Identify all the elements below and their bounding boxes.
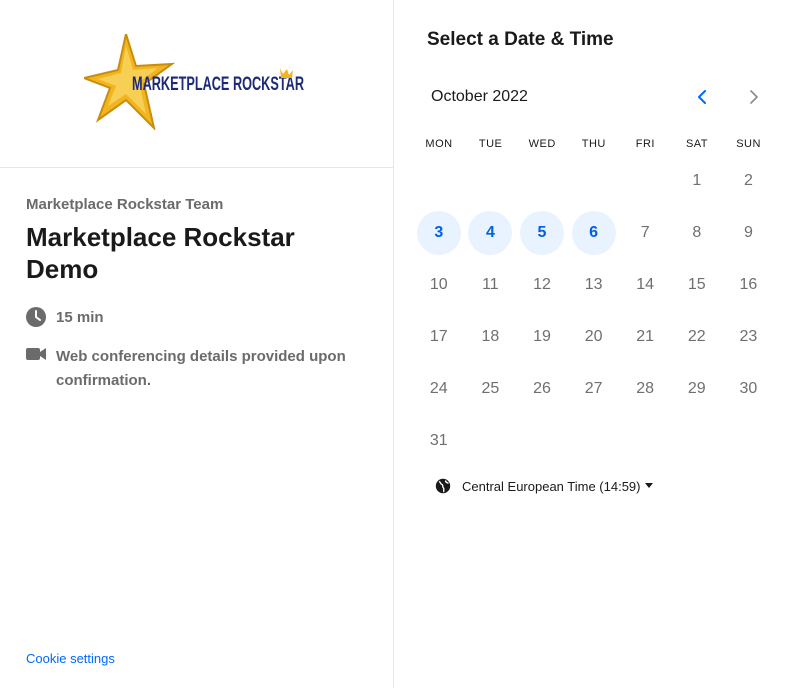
day-22: 22 <box>687 328 706 345</box>
clock-icon <box>26 307 48 329</box>
duration-text: 15 min <box>56 309 104 326</box>
logo-text: MARKETPLACE ROCKSTAR <box>132 73 304 95</box>
month-navigation: October 2022 <box>431 86 767 108</box>
calendar-panel: Select a Date & Time October 2022 MON TUE… <box>395 0 792 688</box>
weekday-sun: SUN <box>736 138 761 150</box>
day-27: 27 <box>584 380 603 397</box>
weekday-wed: WED <box>528 138 556 150</box>
calendar-grid: 1 2 3 4 5 6 7 8 9 10 11 12 13 14 15 16 17 18 19 20 21 22 23 24 2… <box>413 156 785 468</box>
timezone-selector[interactable]: Central European Time (14:59) <box>435 478 654 494</box>
day-31: 31 <box>429 432 448 449</box>
globe-icon <box>435 478 451 494</box>
available-day-4[interactable]: 4 <box>468 211 513 255</box>
day-18: 18 <box>481 328 500 345</box>
chevron-left-icon <box>698 90 706 104</box>
location-detail: Web conferencing details provided upon c… <box>26 345 366 393</box>
day-26: 26 <box>533 380 551 397</box>
day-21: 21 <box>636 328 655 345</box>
next-month-button[interactable] <box>743 86 765 108</box>
cookie-settings-link[interactable]: Cookie settings <box>26 651 115 666</box>
weekday-thu: THU <box>581 138 606 150</box>
day-16: 16 <box>739 276 758 293</box>
day-28: 28 <box>636 380 655 397</box>
previous-month-button[interactable] <box>691 86 713 108</box>
day-12: 12 <box>533 276 551 293</box>
available-day-5[interactable]: 5 <box>520 211 564 255</box>
chevron-right-icon <box>750 90 758 104</box>
calendar-heading: Select a Date & Time <box>427 29 614 50</box>
day-29: 29 <box>687 380 706 397</box>
day-9: 9 <box>743 224 753 241</box>
day-25: 25 <box>481 380 500 397</box>
duration-detail: 15 min <box>26 307 366 329</box>
day-1: 1 <box>692 172 702 189</box>
weekday-mon: MON <box>425 138 453 150</box>
caret-down-icon <box>645 483 654 488</box>
video-camera-icon <box>26 345 48 367</box>
day-14: 14 <box>636 276 655 293</box>
scheduling-page: MARKETPLACE ROCKSTAR Marketplace Rocksta… <box>0 0 792 688</box>
day-15: 15 <box>687 276 706 293</box>
organizer-name: Marketplace Rockstar Team <box>26 196 224 213</box>
day-30: 30 <box>739 380 758 397</box>
available-day-3[interactable]: 3 <box>416 211 461 255</box>
day-7: 7 <box>640 224 650 241</box>
weekday-tue: TUE <box>478 138 503 150</box>
day-2: 2 <box>743 172 753 189</box>
month-label: October 2022 <box>431 88 528 105</box>
day-17: 17 <box>429 328 448 345</box>
day-23: 23 <box>739 328 758 345</box>
day-20: 20 <box>584 328 603 345</box>
event-title: Marketplace Rockstar Demo <box>26 222 295 284</box>
company-logo: MARKETPLACE ROCKSTAR <box>84 34 308 130</box>
timezone-label: Central European Time (14:59) <box>462 478 641 494</box>
logo-area: MARKETPLACE ROCKSTAR <box>0 0 393 168</box>
day-24: 24 <box>429 380 448 397</box>
event-info: Marketplace Rockstar Team Marketplace Ro… <box>26 196 366 393</box>
day-13: 13 <box>584 276 603 293</box>
day-10: 10 <box>429 276 448 293</box>
available-day-6[interactable]: 6 <box>571 211 616 255</box>
event-details-panel: MARKETPLACE ROCKSTAR Marketplace Rocksta… <box>0 0 394 688</box>
day-11: 11 <box>482 276 499 293</box>
weekday-sat: SAT <box>685 138 709 150</box>
weekday-fri: FRI <box>635 138 655 150</box>
day-8: 8 <box>692 224 702 241</box>
day-19: 19 <box>533 328 551 345</box>
weekday-header: MON TUE WED THU FRI SAT SUN <box>413 138 785 152</box>
location-text: Web conferencing details provided upon c… <box>56 348 346 389</box>
